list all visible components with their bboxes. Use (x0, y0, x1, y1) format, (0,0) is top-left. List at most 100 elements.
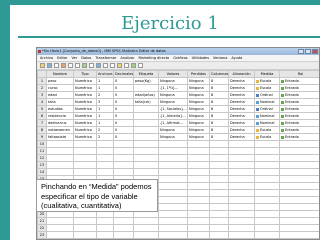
empty-cell[interactable] (279, 224, 319, 232)
empty-cell[interactable] (209, 168, 229, 176)
cell-etiqueta[interactable] (133, 126, 159, 134)
empty-cell[interactable] (158, 196, 188, 204)
cell-etiqueta[interactable] (133, 133, 159, 141)
redo-icon[interactable] (75, 63, 80, 68)
empty-cell[interactable] (209, 203, 229, 211)
empty-row[interactable]: 21 (37, 217, 319, 225)
cell-etiqueta[interactable]: edad(años) (133, 91, 159, 99)
cell-alineacion[interactable]: Derecha (228, 105, 255, 113)
undo-icon[interactable] (68, 63, 73, 68)
empty-cell[interactable] (113, 140, 134, 148)
empty-cell[interactable] (209, 196, 229, 204)
split-file-icon[interactable] (117, 63, 122, 68)
cell-alineacion[interactable]: Derecha (228, 112, 255, 120)
cell-medida[interactable]: Nominal (254, 119, 280, 127)
cell-nombre[interactable]: talla (46, 98, 74, 106)
row-number[interactable]: 5 (37, 105, 47, 113)
empty-cell[interactable] (279, 203, 319, 211)
cell-valores[interactable]: Ninguna (158, 77, 188, 85)
empty-cell[interactable] (209, 140, 229, 148)
empty-cell[interactable] (187, 196, 210, 204)
empty-cell[interactable] (113, 217, 134, 225)
column-header[interactable]: Tipo (73, 70, 97, 78)
save-icon[interactable] (47, 63, 52, 68)
cell-medida[interactable]: Nominal (254, 98, 280, 106)
cell-columnas[interactable]: 8 (209, 84, 229, 92)
empty-cell[interactable] (187, 154, 210, 162)
menu-item[interactable]: Ver (71, 55, 77, 61)
empty-cell[interactable] (254, 147, 280, 155)
cell-alineacion[interactable]: Derecha (228, 91, 255, 99)
empty-cell[interactable] (279, 140, 319, 148)
empty-cell[interactable] (279, 175, 319, 183)
empty-cell[interactable] (254, 203, 280, 211)
cell-anchura[interactable]: 1 (96, 105, 114, 113)
row-number[interactable]: 7 (37, 119, 47, 127)
empty-cell[interactable] (279, 147, 319, 155)
table-row[interactable]: 5 estudios Numérico 1 0 {1, Sociales}... Ningu… (37, 105, 319, 113)
empty-cell[interactable] (158, 154, 188, 162)
cell-rol[interactable]: Entrada (279, 91, 319, 99)
column-header[interactable]: Columnas (209, 70, 229, 78)
empty-cell[interactable] (254, 140, 280, 148)
empty-cell[interactable] (133, 161, 159, 169)
empty-cell[interactable] (279, 161, 319, 169)
empty-cell[interactable] (96, 140, 114, 148)
table-row[interactable]: 4 talla Numérico 3 0 talla(cm) Ninguna Ninguna 8… (37, 98, 319, 106)
empty-cell[interactable] (46, 168, 74, 176)
empty-cell[interactable] (228, 154, 255, 162)
cell-rol[interactable]: Entrada (279, 105, 319, 113)
table-row[interactable]: 6 residencia Numérico 1 0 {1, Almería}... Ning… (37, 112, 319, 120)
cell-valores[interactable]: {1, Afirmat... (158, 119, 188, 127)
cell-perdidos[interactable]: Ninguna (187, 126, 210, 134)
cell-anchura[interactable]: 2 (96, 133, 114, 141)
empty-cell[interactable] (96, 154, 114, 162)
empty-cell[interactable] (254, 175, 280, 183)
empty-row[interactable]: 11 (37, 147, 319, 155)
cell-medida[interactable]: Escala (254, 84, 280, 92)
cell-nombre[interactable]: faltaasiste (46, 133, 74, 141)
menu-item[interactable]: Datos (81, 55, 91, 61)
empty-cell[interactable] (46, 161, 74, 169)
cell-columnas[interactable]: 8 (209, 119, 229, 127)
cell-anchura[interactable]: 1 (96, 77, 114, 85)
empty-cell[interactable] (187, 182, 210, 190)
table-row[interactable]: 1 peso Numérico 1 0 peso(Kg) Ninguna Ninguna 8 De… (37, 77, 319, 85)
table-row[interactable]: 2 curso Numérico 1 0 {1, 1ºú}... Ninguna 8 Derec… (37, 84, 319, 92)
cell-alineacion[interactable]: Derecha (228, 119, 255, 127)
cell-rol[interactable]: Entrada (279, 133, 319, 141)
cell-perdidos[interactable]: Ninguna (187, 91, 210, 99)
empty-cell[interactable] (279, 168, 319, 176)
row-number[interactable]: 4 (37, 98, 47, 106)
cell-anchura[interactable]: 2 (96, 126, 114, 134)
table-row[interactable]: 7 deelcarrus Numérico 1 0 {1, Afirmat... Ningu… (37, 119, 319, 127)
select-cases-icon[interactable] (131, 63, 136, 68)
empty-cell[interactable] (96, 161, 114, 169)
empty-cell[interactable] (254, 182, 280, 190)
cell-decimales[interactable]: 0 (113, 119, 134, 127)
empty-cell[interactable] (279, 217, 319, 225)
value-labels-icon[interactable] (138, 63, 143, 68)
minimize-icon[interactable] (298, 49, 304, 54)
empty-cell[interactable] (279, 210, 319, 218)
empty-cell[interactable] (209, 224, 229, 232)
empty-cell[interactable] (254, 168, 280, 176)
empty-cell[interactable] (279, 182, 319, 190)
cell-tipo[interactable]: Numérico (73, 133, 97, 141)
row-number[interactable]: 3 (37, 91, 47, 99)
empty-cell[interactable] (187, 175, 210, 183)
empty-cell[interactable] (113, 154, 134, 162)
cell-columnas[interactable]: 8 (209, 77, 229, 85)
empty-cell[interactable] (209, 231, 229, 239)
cell-perdidos[interactable]: Ninguna (187, 77, 210, 85)
cell-columnas[interactable]: 8 (209, 98, 229, 106)
empty-cell[interactable] (279, 154, 319, 162)
empty-cell[interactable] (158, 182, 188, 190)
cell-valores[interactable]: {1, Almería}... (158, 112, 188, 120)
cell-alineacion[interactable]: Derecha (228, 84, 255, 92)
empty-cell[interactable] (113, 147, 134, 155)
cell-nombre[interactable]: estudios (46, 105, 74, 113)
empty-cell[interactable] (254, 217, 280, 225)
column-header[interactable]: Perdidos (187, 70, 210, 78)
cell-nombre[interactable]: deelcarrus (46, 119, 74, 127)
